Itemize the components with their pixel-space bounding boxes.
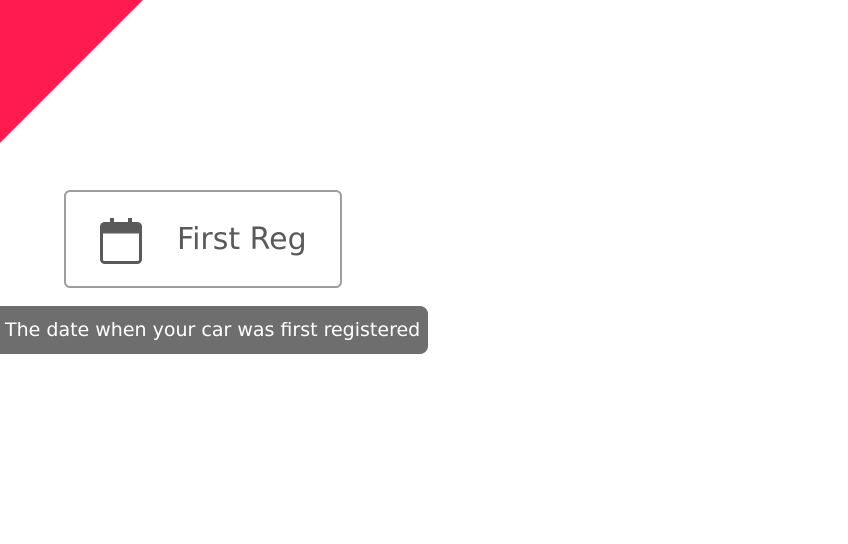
first-reg-date-field[interactable]: First Reg xyxy=(64,190,342,288)
calendar-icon xyxy=(100,218,142,264)
corner-accent-triangle xyxy=(0,0,143,143)
first-reg-tooltip: The date when your car was first registe… xyxy=(0,306,428,354)
first-reg-label: First Reg xyxy=(177,222,307,257)
